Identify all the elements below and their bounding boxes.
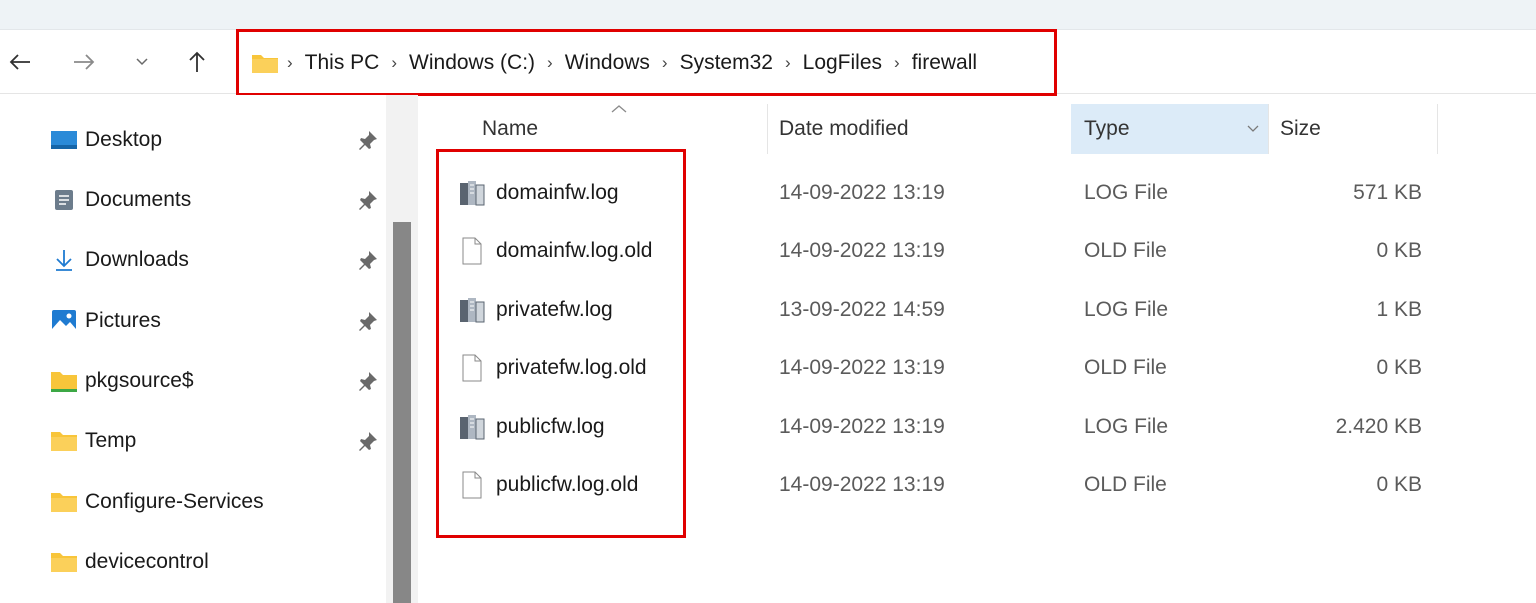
pin-icon[interactable] [356, 309, 380, 333]
sidebar-item-label: Configure-Services [85, 490, 264, 513]
sidebar-scrollbar-thumb[interactable] [393, 222, 411, 603]
file-date: 14-09-2022 13:19 [779, 356, 945, 379]
file-date: 14-09-2022 13:19 [779, 239, 945, 262]
arrow-left-icon [9, 54, 30, 70]
back-button[interactable] [4, 46, 36, 78]
pictures-icon [50, 309, 78, 333]
pin-icon[interactable] [356, 188, 380, 212]
sidebar-item-devicecontrol[interactable]: devicecontrol [50, 542, 380, 582]
up-button[interactable] [181, 46, 213, 78]
chevron-right-icon: › [661, 52, 668, 72]
file-date: 14-09-2022 13:19 [779, 415, 945, 438]
chevron-down-icon [136, 58, 148, 66]
breadcrumb[interactable]: › This PC › Windows (C:) › Windows › Sys… [236, 29, 1057, 96]
column-header-type-label: Type [1084, 117, 1130, 140]
column-divider[interactable] [767, 104, 768, 154]
pin-icon[interactable] [356, 429, 380, 453]
column-header-date[interactable]: Date modified [779, 104, 1059, 154]
column-header-row: Name Date modified Type Size [420, 104, 1536, 154]
file-size: 571 KB [1353, 181, 1422, 204]
file-type: OLD File [1084, 473, 1167, 496]
file-date: 14-09-2022 13:19 [779, 181, 945, 204]
sidebar-item-label: Documents [85, 188, 192, 211]
sidebar-item-label: devicecontrol [85, 550, 209, 573]
breadcrumb-segment[interactable]: firewall [912, 51, 977, 75]
navigation-pane: Desktop Documents Downloads Pictures pkg… [0, 95, 386, 603]
file-type: LOG File [1084, 181, 1169, 204]
chevron-right-icon: › [894, 52, 900, 72]
file-type: OLD File [1084, 239, 1167, 262]
folder-icon [252, 54, 278, 73]
folder-icon [50, 429, 78, 453]
file-size: 0 KB [1376, 473, 1422, 496]
sidebar-item-temp[interactable]: Temp [50, 421, 380, 461]
sidebar-item-pictures[interactable]: Pictures [50, 301, 380, 341]
sidebar-item-desktop[interactable]: Desktop [50, 120, 380, 160]
sidebar-item-label: Desktop [85, 128, 163, 151]
column-divider[interactable] [1437, 104, 1438, 154]
sidebar-item-downloads[interactable]: Downloads [50, 240, 380, 280]
chevron-right-icon: › [287, 52, 293, 72]
pin-icon[interactable] [356, 369, 380, 393]
sidebar-item-label: Temp [85, 429, 137, 452]
title-strip [0, 0, 1536, 30]
highlight-box [436, 149, 686, 538]
network-folder-icon [50, 369, 78, 393]
breadcrumb-segment[interactable]: LogFiles [803, 51, 882, 75]
file-date: 13-09-2022 14:59 [779, 298, 945, 321]
file-date: 14-09-2022 13:19 [779, 473, 945, 496]
breadcrumb-segment[interactable]: System32 [680, 51, 773, 75]
breadcrumb-segment[interactable]: Windows (C:) [409, 51, 535, 75]
file-size: 0 KB [1376, 356, 1422, 379]
pin-icon[interactable] [356, 248, 380, 272]
sidebar-item-configure-services[interactable]: Configure-Services [50, 482, 380, 522]
breadcrumb-segment[interactable]: This PC [305, 51, 380, 75]
column-filter-button[interactable] [1238, 104, 1268, 154]
file-type: OLD File [1084, 356, 1167, 379]
column-header-name[interactable]: Name [482, 104, 762, 154]
sidebar-item-pkgsource[interactable]: pkgsource$ [50, 361, 380, 401]
sidebar-item-label: Downloads [85, 248, 189, 271]
sidebar-item-label: Pictures [85, 309, 161, 332]
file-size: 1 KB [1376, 298, 1422, 321]
download-arrow-icon [50, 248, 78, 272]
pin-icon[interactable] [356, 128, 380, 152]
column-divider[interactable] [1268, 104, 1269, 154]
file-size: 0 KB [1376, 239, 1422, 262]
documents-icon [50, 188, 78, 212]
breadcrumb-segment[interactable]: Windows [565, 51, 650, 75]
sidebar-item-documents[interactable]: Documents [50, 180, 380, 220]
file-type: LOG File [1084, 415, 1169, 438]
arrow-up-icon [189, 51, 205, 72]
chevron-right-icon: › [547, 52, 553, 72]
forward-button[interactable] [68, 46, 100, 78]
folder-icon [50, 550, 78, 574]
chevron-down-icon [1247, 125, 1259, 132]
chevron-right-icon: › [784, 52, 791, 72]
recent-locations-button[interactable] [126, 46, 158, 78]
sidebar-item-label: pkgsource$ [85, 369, 194, 392]
chevron-right-icon: › [391, 52, 398, 72]
desktop-icon [50, 128, 78, 152]
column-header-size[interactable]: Size [1280, 104, 1430, 154]
file-type: LOG File [1084, 298, 1169, 321]
folder-icon [50, 490, 78, 514]
arrow-right-icon [74, 54, 95, 70]
file-size: 2.420 KB [1335, 415, 1422, 438]
